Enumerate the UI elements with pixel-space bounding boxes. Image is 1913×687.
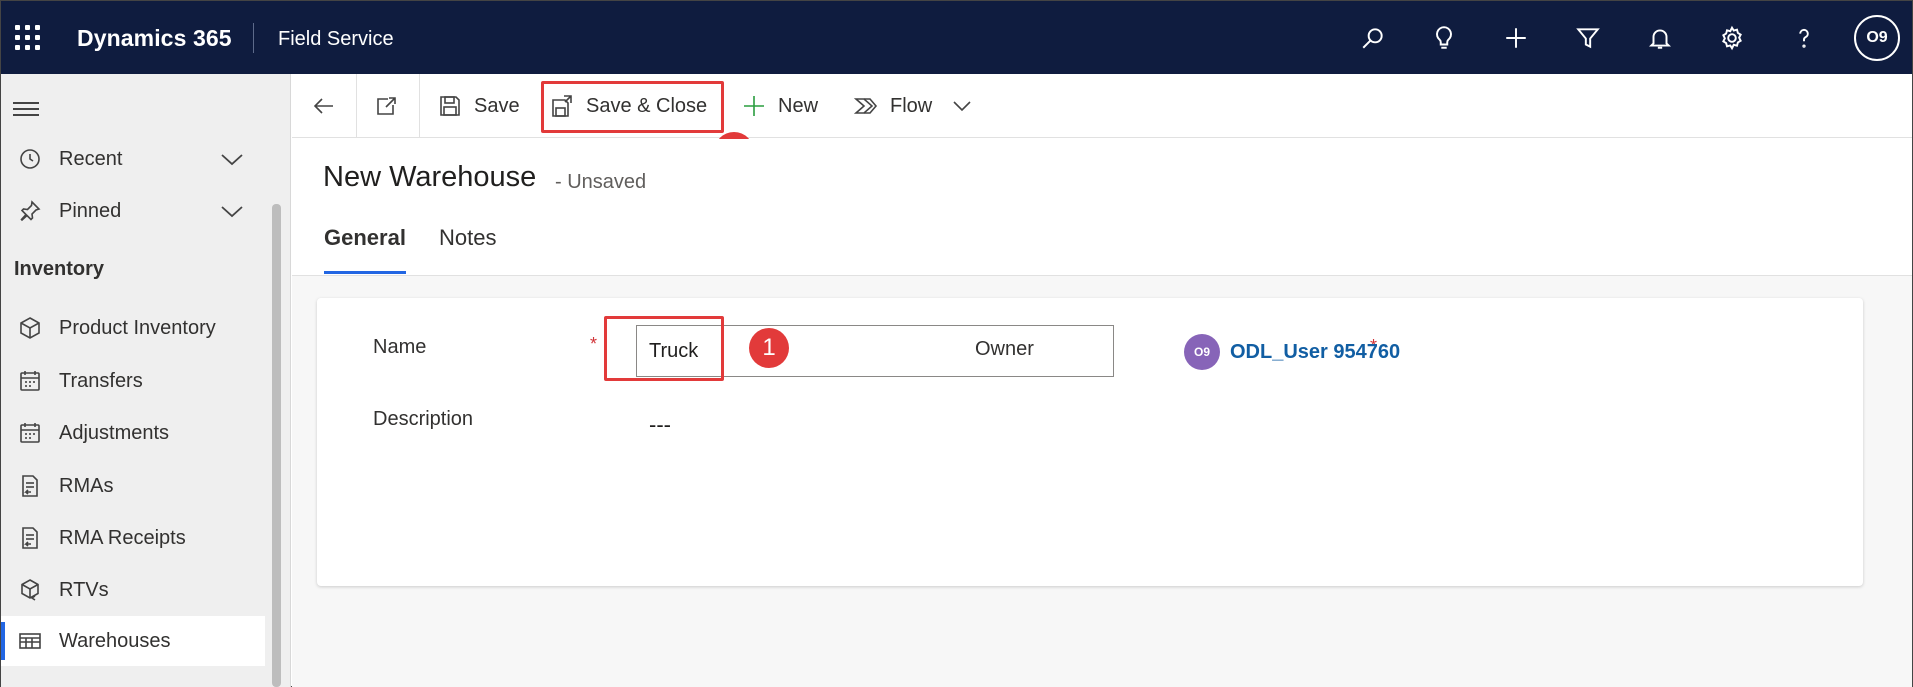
required-marker: * <box>590 334 598 354</box>
gear-icon[interactable] <box>1717 23 1747 53</box>
sidebar-item-product-inventory[interactable]: Product Inventory <box>1 303 265 353</box>
title-divider <box>253 23 254 53</box>
general-section: Name * Description --- Owner * O9 ODL_Us… <box>317 298 1863 586</box>
arrow-left-icon <box>313 98 333 114</box>
user-avatar[interactable]: O9 <box>1854 15 1900 61</box>
hamburger-menu-icon[interactable] <box>13 102 39 118</box>
app-name[interactable]: Dynamics 365 <box>77 25 232 52</box>
page-title: New Warehouse <box>323 161 537 193</box>
open-in-new-window-button[interactable] <box>374 74 398 138</box>
description-field[interactable]: --- <box>649 412 671 438</box>
pin-icon <box>1 199 59 223</box>
sidebar-item-label: Pinned <box>59 199 122 222</box>
app-launcher-icon[interactable] <box>15 25 41 51</box>
sidebar-item-label: RTVs <box>59 578 109 601</box>
clock-icon <box>1 147 59 171</box>
sidebar-scrollbar[interactable] <box>272 204 281 687</box>
sidebar-item-label: Recent <box>59 147 123 170</box>
save-and-close-label: Save & Close <box>586 94 708 117</box>
plus-icon[interactable] <box>1501 23 1531 53</box>
plus-icon <box>744 96 764 116</box>
save-close-icon <box>552 95 572 117</box>
calendar-icon <box>1 421 59 445</box>
flow-icon <box>854 98 878 114</box>
left-sidebar: Recent Pinned Inventory Product Inventor… <box>1 74 291 687</box>
sidebar-item-label: Warehouses <box>59 629 171 652</box>
help-icon[interactable] <box>1789 23 1819 53</box>
back-button[interactable] <box>312 74 336 138</box>
search-icon[interactable] <box>1358 23 1388 53</box>
chevron-down-icon[interactable] <box>219 148 245 170</box>
divider <box>419 74 420 138</box>
sidebar-item-transfers[interactable]: Transfers <box>1 356 265 406</box>
name-field[interactable] <box>636 325 1114 377</box>
bell-icon[interactable] <box>1645 23 1675 53</box>
chevron-down-icon[interactable] <box>219 200 245 222</box>
description-label: Description <box>373 408 474 430</box>
flow-label: Flow <box>890 94 933 117</box>
sidebar-group-title: Inventory <box>14 258 105 280</box>
owner-lookup[interactable]: O9 ODL_User 954760 <box>1184 334 1400 370</box>
sidebar-item-rma-receipts[interactable]: RMA Receipts <box>1 513 265 563</box>
sidebar-item-label: Product Inventory <box>59 316 216 339</box>
sidebar-item-recent[interactable]: Recent <box>1 134 265 184</box>
box-icon <box>1 316 59 340</box>
sidebar-item-label: Transfers <box>59 369 143 392</box>
save-label: Save <box>474 94 520 117</box>
save-icon <box>440 96 460 116</box>
sidebar-item-warehouses[interactable]: Warehouses <box>1 616 265 666</box>
divider <box>356 74 357 138</box>
save-status: - Unsaved <box>555 171 647 193</box>
document-icon <box>1 474 59 498</box>
document-icon <box>1 526 59 550</box>
owner-label: Owner <box>975 338 1034 360</box>
form-header: New Warehouse - Unsaved General Notes <box>292 139 1912 276</box>
calendar-icon <box>1 369 59 393</box>
chevron-down-icon <box>953 101 971 112</box>
owner-name-link[interactable]: ODL_User 954760 <box>1230 341 1400 364</box>
save-and-close-button[interactable]: Save & Close <box>550 74 707 138</box>
flow-dropdown-button[interactable] <box>950 74 974 138</box>
tab-notes[interactable]: Notes <box>439 225 496 275</box>
warehouse-icon <box>1 629 59 653</box>
step-1-badge: 1 <box>749 328 789 368</box>
sidebar-item-rmas[interactable]: RMAs <box>1 461 265 511</box>
command-bar: Save Save & Close New Flow <box>292 74 1912 138</box>
sidebar-item-rtvs[interactable]: RTVs <box>1 565 265 615</box>
sidebar-item-label: RMA Receipts <box>59 526 186 549</box>
top-navigation-bar: Dynamics 365 Field Service O9 <box>1 1 1912 74</box>
lightbulb-icon[interactable] <box>1429 23 1459 53</box>
popout-icon <box>377 97 396 115</box>
sidebar-item-adjustments[interactable]: Adjustments <box>1 408 265 458</box>
name-label: Name <box>373 336 427 358</box>
main-content: New Warehouse - Unsaved General Notes Na… <box>292 139 1912 687</box>
module-name[interactable]: Field Service <box>278 28 394 51</box>
sidebar-item-label: RMAs <box>59 474 114 497</box>
save-button[interactable]: Save <box>438 74 520 138</box>
owner-avatar: O9 <box>1184 334 1220 370</box>
new-label: New <box>778 94 819 117</box>
sidebar-item-label: Adjustments <box>59 421 170 444</box>
filter-icon[interactable] <box>1573 23 1603 53</box>
box-return-icon <box>1 578 59 602</box>
tab-general[interactable]: General <box>324 225 406 275</box>
flow-button[interactable]: Flow <box>854 74 932 138</box>
new-button[interactable]: New <box>742 74 818 138</box>
sidebar-item-pinned[interactable]: Pinned <box>1 186 265 236</box>
